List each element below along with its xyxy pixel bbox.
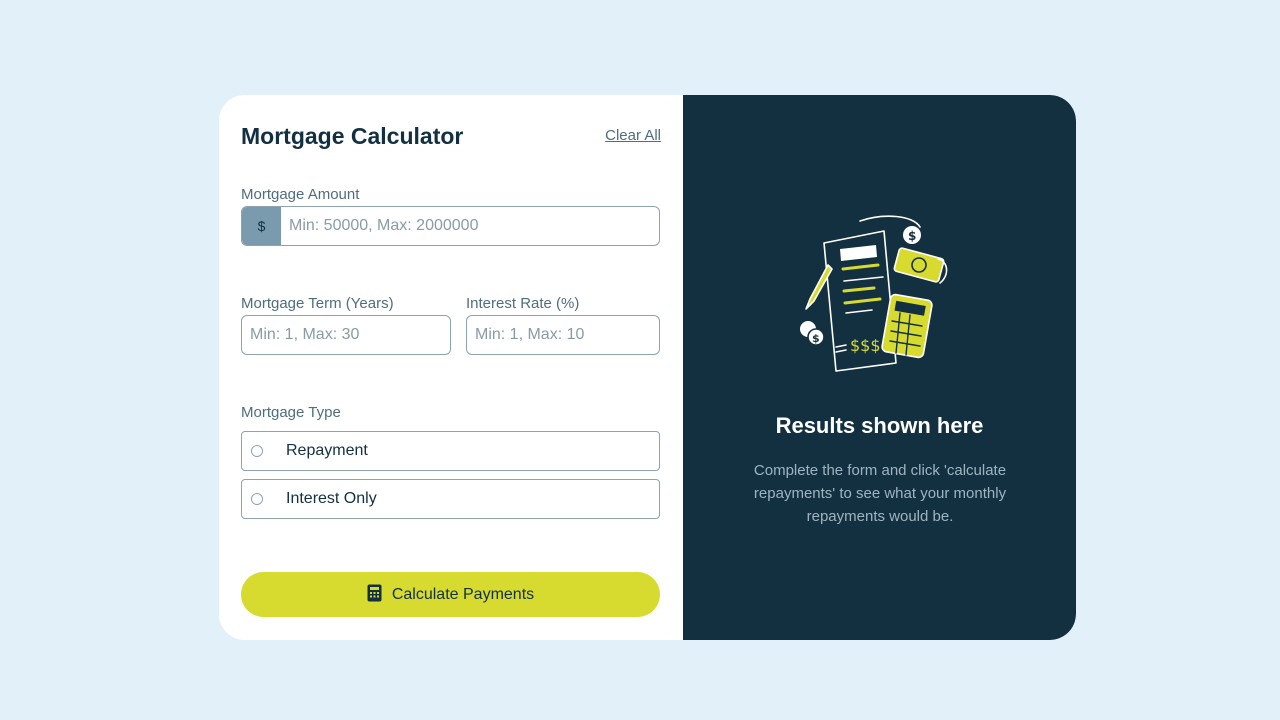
calculator-icon: [367, 584, 382, 605]
calculate-payments-button[interactable]: Calculate Payments: [241, 572, 660, 617]
mortgage-calculator-card: Mortgage Calculator Clear All Mortgage A…: [219, 95, 1076, 640]
radio-option-interest-only[interactable]: Interest Only: [241, 479, 660, 519]
form-panel: Mortgage Calculator Clear All Mortgage A…: [219, 95, 683, 640]
mortgage-term-label: Mortgage Term (Years): [241, 295, 394, 312]
mortgage-amount-label: Mortgage Amount: [241, 186, 360, 203]
mortgage-term-input[interactable]: [242, 316, 450, 354]
calculate-button-label: Calculate Payments: [391, 585, 535, 603]
radio-button[interactable]: [251, 493, 263, 505]
mortgage-amount-field: $: [241, 206, 660, 246]
mortgage-type-label: Mortgage Type: [241, 404, 341, 421]
mortgage-amount-input[interactable]: [281, 207, 659, 245]
results-title: Results shown here: [775, 413, 984, 438]
clear-all-link[interactable]: Clear All: [605, 127, 661, 144]
results-description: Complete the form and click 'calculate r…: [753, 462, 1007, 525]
svg-text:$: $: [908, 229, 916, 243]
mortgage-term-field: years: [241, 315, 451, 355]
currency-prefix: $: [242, 207, 281, 245]
radio-button[interactable]: [251, 445, 263, 457]
empty-results-illustration: $$$ $ $: [788, 213, 978, 383]
radio-label-interest-only: Interest Only: [286, 490, 377, 507]
radio-option-repayment[interactable]: Repayment: [241, 431, 660, 471]
svg-text:$: $: [812, 332, 820, 345]
svg-text:$$$: $$$: [850, 336, 881, 355]
interest-rate-field: %: [466, 315, 660, 355]
radio-label-repayment: Repayment: [286, 442, 368, 459]
page-title: Mortgage Calculator: [241, 123, 464, 149]
results-panel: $$$ $ $ Results shown here Complete the …: [683, 95, 1076, 640]
interest-rate-input[interactable]: [467, 316, 659, 354]
interest-rate-label: Interest Rate (%): [466, 295, 580, 312]
